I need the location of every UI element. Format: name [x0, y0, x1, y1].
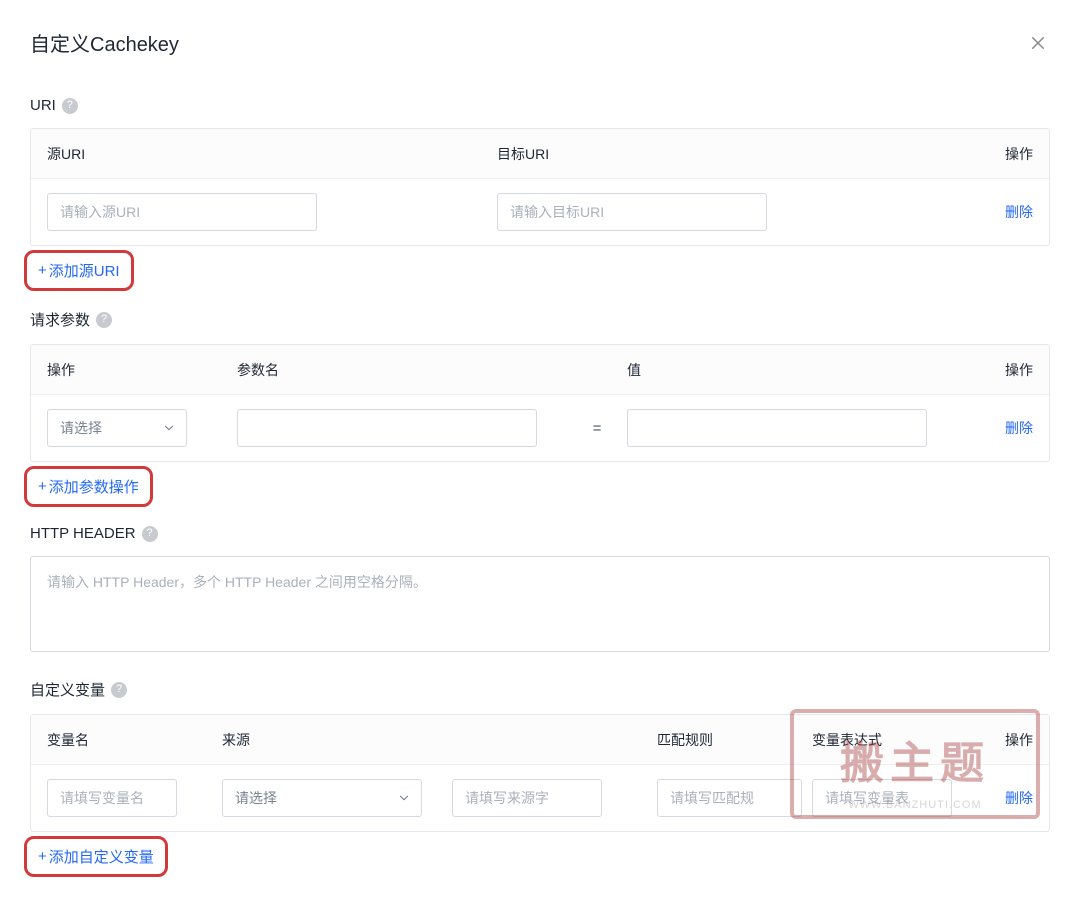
col-name: 参数名: [237, 360, 567, 380]
vars-heading-text: 自定义变量: [30, 679, 105, 700]
uri-heading-text: URI: [30, 97, 56, 114]
help-icon[interactable]: ?: [142, 526, 158, 542]
http-header-section: HTTP HEADER ?: [30, 525, 1050, 657]
select-placeholder: 请选择: [235, 788, 277, 808]
add-var-label: 添加自定义变量: [49, 846, 154, 867]
vars-heading: 自定义变量 ?: [30, 679, 1050, 700]
uri-section: URI ? 源URI 目标URI 操作 删除: [30, 97, 1050, 287]
col-var-name: 变量名: [47, 730, 222, 750]
param-op-select[interactable]: 请选择: [47, 409, 187, 447]
col-action: 操作: [953, 144, 1033, 164]
vars-table: 变量名 来源 匹配规则 变量表达式 操作 请选择: [30, 714, 1050, 832]
col-value: 值: [627, 360, 953, 380]
modal-header: 自定义Cachekey: [30, 28, 1050, 57]
uri-heading: URI ?: [30, 97, 1050, 114]
add-param-button[interactable]: + 添加参数操作: [30, 470, 147, 503]
params-section: 请求参数 ? 操作 参数名 值 操作 请选择: [30, 309, 1050, 503]
add-source-uri-label: 添加源URI: [49, 260, 120, 281]
close-icon: [1029, 34, 1047, 52]
help-icon[interactable]: ?: [62, 98, 78, 114]
custom-cachekey-modal: 自定义Cachekey URI ? 源URI 目标URI 操作: [0, 0, 1080, 893]
params-heading-text: 请求参数: [30, 309, 90, 330]
params-table: 操作 参数名 值 操作 请选择 =: [30, 344, 1050, 462]
http-header-heading-text: HTTP HEADER: [30, 525, 136, 542]
col-action: 操作: [953, 360, 1033, 380]
plus-icon: +: [38, 262, 47, 279]
target-uri-input[interactable]: [497, 193, 767, 231]
help-icon[interactable]: ?: [111, 682, 127, 698]
chevron-down-icon: [162, 421, 176, 435]
vars-row: 请选择 删除: [31, 765, 1049, 831]
help-icon[interactable]: ?: [96, 312, 112, 328]
equals-sign: =: [567, 420, 627, 437]
var-source-field-input[interactable]: [452, 779, 602, 817]
uri-table-head: 源URI 目标URI 操作: [31, 129, 1049, 179]
uri-row: 删除: [31, 179, 1049, 245]
uri-table: 源URI 目标URI 操作 删除: [30, 128, 1050, 246]
params-table-head: 操作 参数名 值 操作: [31, 345, 1049, 395]
vars-table-head: 变量名 来源 匹配规则 变量表达式 操作: [31, 715, 1049, 765]
param-name-input[interactable]: [237, 409, 537, 447]
add-var-button[interactable]: + 添加自定义变量: [30, 840, 162, 873]
param-value-input[interactable]: [627, 409, 927, 447]
var-expr-input[interactable]: [812, 779, 952, 817]
http-header-textarea[interactable]: [30, 556, 1050, 652]
col-var-expr: 变量表达式: [812, 730, 967, 750]
var-name-input[interactable]: [47, 779, 177, 817]
close-button[interactable]: [1026, 31, 1050, 55]
delete-param-button[interactable]: 删除: [1005, 420, 1033, 436]
delete-var-button[interactable]: 删除: [1005, 790, 1033, 806]
vars-section: 自定义变量 ? 变量名 来源 匹配规则 变量表达式 操作 请选择: [30, 679, 1050, 873]
col-var-rule: 匹配规则: [627, 730, 812, 750]
chevron-down-icon: [397, 791, 411, 805]
plus-icon: +: [38, 848, 47, 865]
col-action: 操作: [967, 730, 1033, 750]
select-placeholder: 请选择: [60, 418, 102, 438]
var-source-select[interactable]: 请选择: [222, 779, 422, 817]
plus-icon: +: [38, 478, 47, 495]
col-source-uri: 源URI: [47, 144, 497, 164]
params-heading: 请求参数 ?: [30, 309, 1050, 330]
source-uri-input[interactable]: [47, 193, 317, 231]
delete-uri-button[interactable]: 删除: [1005, 204, 1033, 220]
http-header-heading: HTTP HEADER ?: [30, 525, 1050, 542]
col-target-uri: 目标URI: [497, 144, 953, 164]
modal-title: 自定义Cachekey: [30, 28, 179, 57]
params-row: 请选择 = 删除: [31, 395, 1049, 461]
var-rule-input[interactable]: [657, 779, 802, 817]
col-op: 操作: [47, 360, 237, 380]
add-param-label: 添加参数操作: [49, 476, 139, 497]
col-var-source: 来源: [222, 730, 452, 750]
add-source-uri-button[interactable]: + 添加源URI: [30, 254, 128, 287]
